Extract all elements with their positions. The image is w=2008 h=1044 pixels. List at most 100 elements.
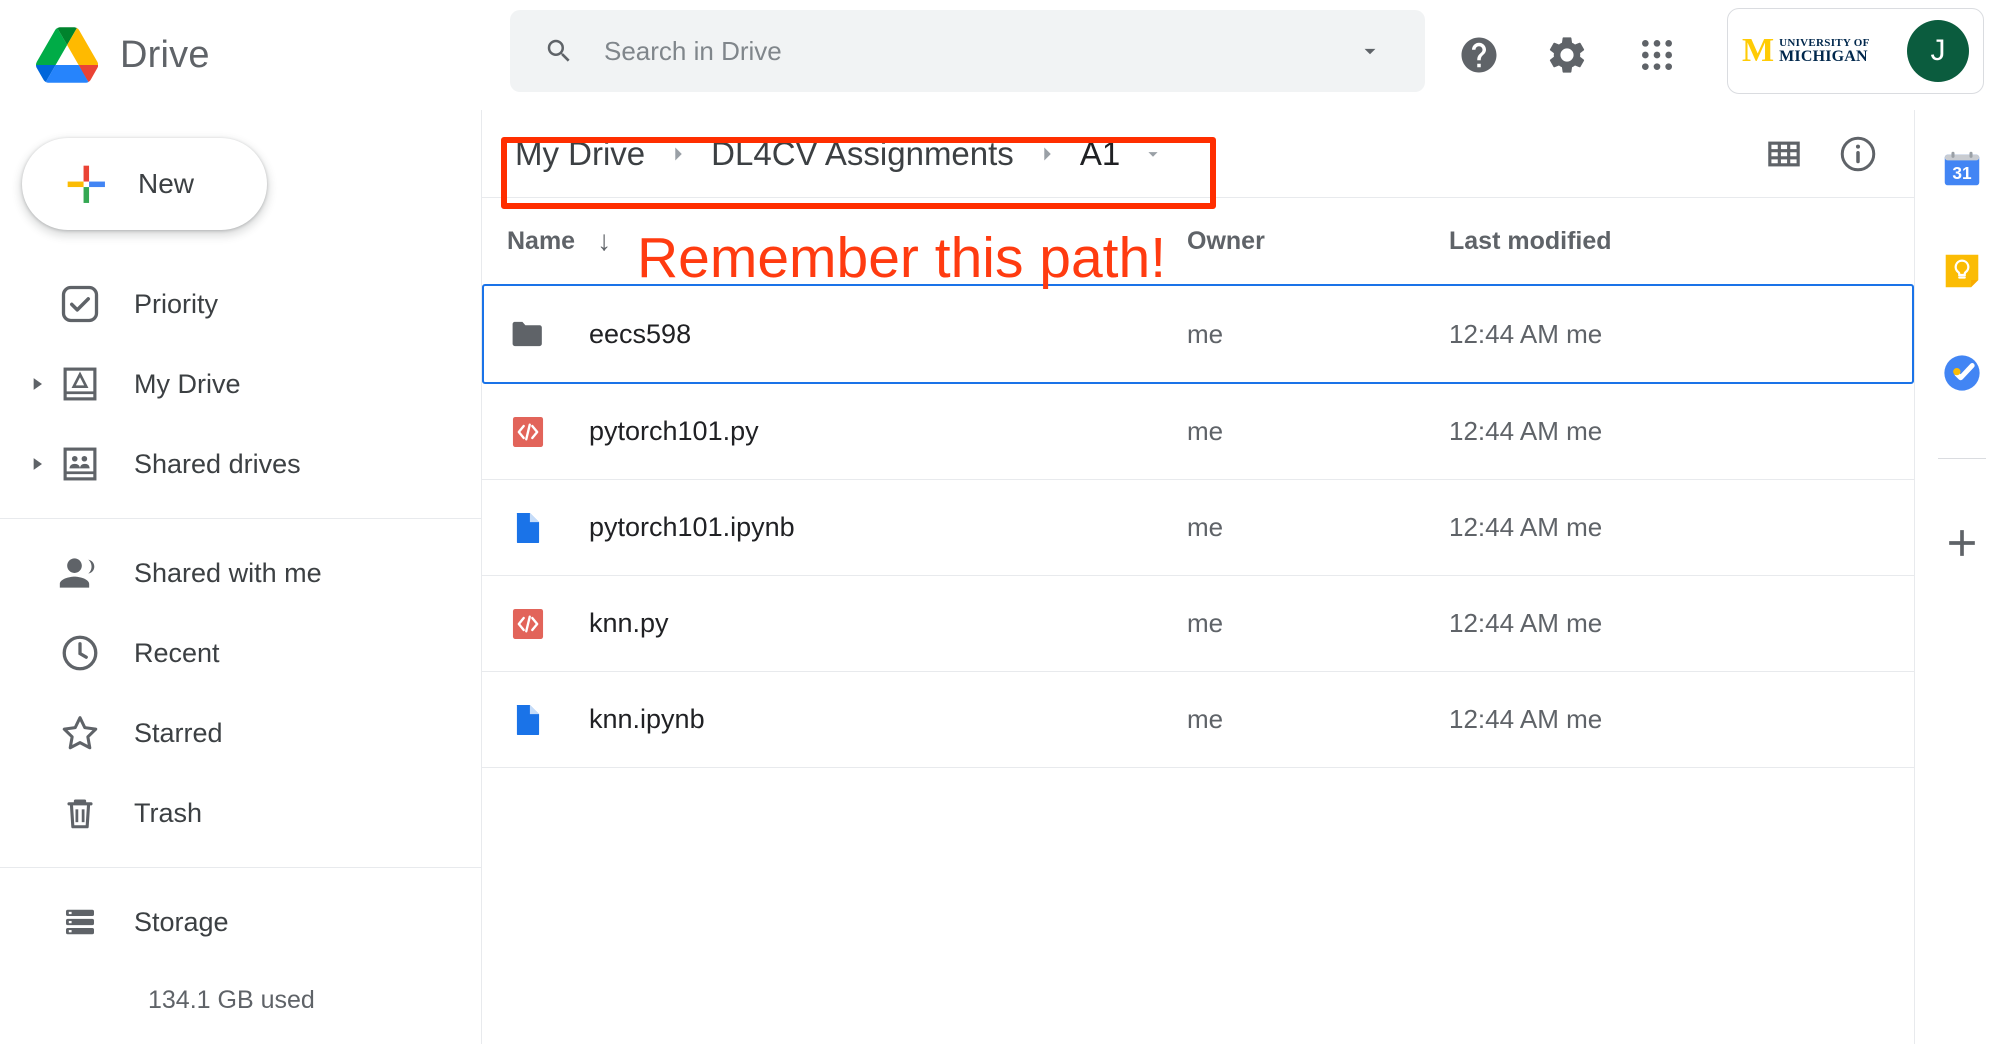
people-icon (54, 547, 106, 599)
sidebar-item-label: Starred (134, 717, 223, 748)
content-toolbar: My Drive DL4CV Assignments A1 (482, 110, 1914, 198)
brand-title: Drive (120, 33, 210, 76)
sidebar-divider-2 (0, 867, 482, 868)
file-modified-cell: 12:44 AM me (1449, 608, 1603, 638)
apps-grid-icon (1642, 40, 1672, 70)
new-button[interactable]: New (22, 138, 267, 230)
clock-icon (54, 627, 106, 679)
breadcrumb-item-dl4cv-assignments[interactable]: DL4CV Assignments (703, 135, 1022, 173)
details-button[interactable] (1830, 126, 1886, 182)
file-name-cell: pytorch101.py (507, 411, 1187, 453)
file-name-label: pytorch101.py (589, 416, 759, 446)
info-icon (1840, 136, 1876, 171)
file-owner-cell: me (1187, 512, 1224, 542)
code-file-icon (507, 603, 549, 645)
sidebar-item-label: Storage (134, 906, 229, 937)
help-button[interactable] (1450, 26, 1508, 84)
breadcrumb-item-a1[interactable]: A1 (1072, 135, 1128, 173)
side-panel-divider (1937, 458, 1986, 459)
shared-drives-icon (54, 438, 106, 490)
drive-app-window: Drive Search in Drive M UNIVERSITY OF MI… (0, 0, 2008, 1044)
google-drive-logo (36, 27, 98, 83)
sidebar-item-storage[interactable]: Storage (0, 882, 481, 962)
sidebar-item-label: Priority (134, 288, 219, 319)
google-keep-icon[interactable] (1939, 248, 1985, 294)
google-calendar-icon[interactable]: 31 (1939, 146, 1985, 192)
university-of-michigan-logo: M UNIVERSITY OF MICHIGAN (1742, 34, 1870, 68)
sidebar: New Priority My Drive Shared drives Shar… (0, 110, 482, 1044)
sidebar-item-label: Shared drives (134, 448, 301, 479)
account-chip[interactable]: M UNIVERSITY OF MICHIGAN J (1727, 8, 1984, 94)
google-apps-button[interactable] (1628, 26, 1686, 84)
toolbar-actions (1756, 126, 1886, 182)
svg-text:31: 31 (1952, 163, 1972, 183)
my-drive-icon (54, 358, 106, 410)
sidebar-item-my-drive[interactable]: My Drive (0, 344, 481, 424)
sidebar-item-starred[interactable]: Starred (0, 693, 481, 773)
sidebar-item-label: My Drive (134, 368, 241, 399)
sort-arrow-icon[interactable]: ↓ (597, 225, 611, 257)
add-shortcut-icon[interactable] (1940, 521, 1984, 565)
sidebar-nav: Priority My Drive Shared drives Shared w… (0, 264, 482, 1015)
sidebar-item-label: Shared with me (134, 557, 322, 588)
sidebar-item-shared-drives[interactable]: Shared drives (0, 424, 481, 504)
file-modified-cell: 12:44 AM me (1449, 704, 1603, 734)
file-modified-cell: 12:44 AM me (1449, 512, 1603, 542)
file-modified-cell: 12:44 AM me (1449, 318, 1603, 349)
file-owner-cell: me (1187, 416, 1224, 446)
settings-button[interactable] (1538, 26, 1596, 84)
um-block-m-icon: M (1742, 32, 1774, 69)
table-row[interactable]: knn.py me 12:44 AM me (482, 576, 1914, 672)
search-bar[interactable] (510, 10, 1425, 92)
column-header-last-modified[interactable]: Last modified (1449, 227, 1749, 256)
storage-icon (54, 896, 106, 948)
file-modified-cell: 12:44 AM me (1449, 416, 1603, 446)
table-row[interactable]: pytorch101.ipynb me 12:44 AM me (482, 480, 1914, 576)
grid-view-icon (1768, 141, 1800, 166)
file-owner-cell: me (1187, 704, 1224, 734)
file-table: Name ↓ Owner Last modified eecs598 me 12… (482, 198, 1914, 768)
search-options-chevron-down-icon[interactable] (1357, 38, 1383, 64)
um-line-2: MICHIGAN (1779, 47, 1868, 65)
gear-icon (1549, 37, 1585, 73)
plus-icon (67, 165, 105, 203)
sidebar-item-trash[interactable]: Trash (0, 773, 481, 853)
file-name-cell: eecs598 (507, 313, 1187, 355)
breadcrumb-item-my-drive[interactable]: My Drive (507, 135, 653, 173)
file-name-cell: pytorch101.ipynb (507, 507, 1187, 549)
um-line-1: UNIVERSITY OF (1779, 36, 1870, 49)
notebook-file-icon (507, 699, 549, 741)
file-name-label: knn.py (589, 608, 669, 638)
breadcrumb-separator-icon (665, 141, 691, 167)
breadcrumb-dropdown-icon[interactable] (1142, 143, 1164, 165)
expand-caret-my-drive[interactable] (20, 374, 54, 394)
main-content: My Drive DL4CV Assignments A1 Name ↓ Own… (482, 110, 1914, 1044)
brand[interactable]: Drive (36, 27, 476, 83)
avatar[interactable]: J (1907, 20, 1969, 82)
grid-view-button[interactable] (1756, 126, 1812, 182)
column-header-name[interactable]: Name ↓ (507, 225, 1187, 257)
table-row[interactable]: knn.ipynb me 12:44 AM me (482, 672, 1914, 768)
file-name-label: pytorch101.ipynb (589, 512, 795, 542)
trash-icon (54, 787, 106, 839)
expand-caret-shared-drives[interactable] (20, 454, 54, 474)
column-header-name-label: Name (507, 226, 576, 255)
code-file-icon (507, 411, 549, 453)
table-body: eecs598 me 12:44 AM me pytorch101.py me … (482, 284, 1914, 768)
google-tasks-icon[interactable] (1939, 350, 1985, 396)
file-name-cell: knn.ipynb (507, 699, 1187, 741)
breadcrumb-separator-icon (1034, 141, 1060, 167)
star-icon (54, 707, 106, 759)
sidebar-item-shared-with-me[interactable]: Shared with me (0, 533, 481, 613)
sidebar-item-label: Recent (134, 637, 220, 668)
app-header: Drive Search in Drive M UNIVERSITY OF MI… (0, 0, 2008, 110)
search-input[interactable] (604, 35, 1357, 67)
sidebar-item-recent[interactable]: Recent (0, 613, 481, 693)
table-row[interactable]: eecs598 me 12:44 AM me (482, 284, 1914, 384)
sidebar-item-priority[interactable]: Priority (0, 264, 481, 344)
priority-check-icon (54, 278, 106, 330)
column-header-owner[interactable]: Owner (1187, 227, 1449, 256)
table-row[interactable]: pytorch101.py me 12:44 AM me (482, 384, 1914, 480)
side-panel: 31 (1914, 110, 2008, 1044)
sidebar-item-label: Trash (134, 797, 203, 828)
